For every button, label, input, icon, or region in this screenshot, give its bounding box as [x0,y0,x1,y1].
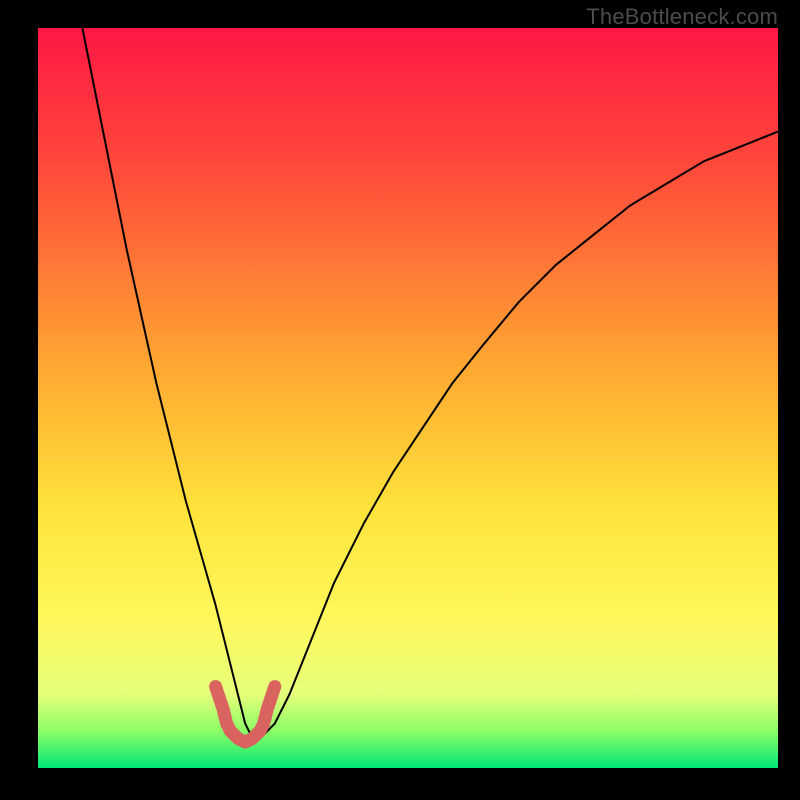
chart-svg [38,28,778,768]
watermark-text: TheBottleneck.com [586,4,778,30]
gradient-background [38,28,778,768]
chart-container: TheBottleneck.com [0,0,800,800]
plot-area [38,28,778,768]
